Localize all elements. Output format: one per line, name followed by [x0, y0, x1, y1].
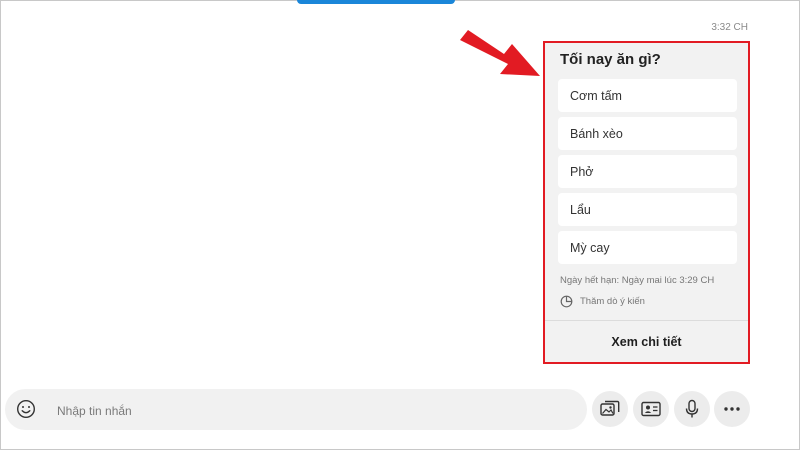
poll-option-label: Phở	[570, 164, 594, 179]
view-details-button[interactable]: Xem chi tiết	[545, 323, 748, 360]
more-horizontal-icon	[724, 407, 740, 411]
poll-option-label: Lẩu	[570, 202, 591, 217]
smiley-icon	[16, 399, 36, 419]
microphone-button[interactable]	[674, 391, 710, 427]
poll-option[interactable]: Cơm tấm	[558, 79, 737, 112]
divider	[545, 320, 748, 321]
emoji-button[interactable]	[15, 398, 37, 420]
message-composer	[5, 389, 587, 432]
contact-card-icon	[641, 401, 661, 417]
image-gallery-icon	[600, 400, 620, 416]
microphone-icon	[685, 399, 699, 418]
poll-expiry: Ngày hết hạn: Ngày mai lúc 3:29 CH	[560, 275, 715, 286]
poll-option-label: Cơm tấm	[570, 88, 622, 103]
poll-option-label: Mỳ cay	[570, 240, 610, 255]
poll-title: Tối nay ăn gì?	[560, 51, 661, 68]
poll-option-label: Bánh xèo	[570, 126, 623, 141]
poll-type: Thăm dò ý kiến	[560, 295, 645, 308]
more-options-button[interactable]	[714, 391, 750, 427]
poll-option[interactable]: Mỳ cay	[558, 231, 737, 264]
contact-card-button[interactable]	[633, 391, 669, 427]
red-arrow-icon	[460, 30, 540, 76]
poll-card: Tối nay ăn gì? Cơm tấm Bánh xèo Phở Lẩu …	[543, 41, 750, 364]
poll-option[interactable]: Lẩu	[558, 193, 737, 226]
poll-option[interactable]: Bánh xèo	[558, 117, 737, 150]
poll-type-label: Thăm dò ý kiến	[580, 296, 645, 307]
pie-chart-icon	[560, 295, 573, 308]
poll-option[interactable]: Phở	[558, 155, 737, 188]
scroll-indicator	[297, 0, 455, 4]
message-input[interactable]	[55, 389, 579, 432]
message-timestamp: 3:32 CH	[711, 22, 748, 33]
media-button[interactable]	[592, 391, 628, 427]
